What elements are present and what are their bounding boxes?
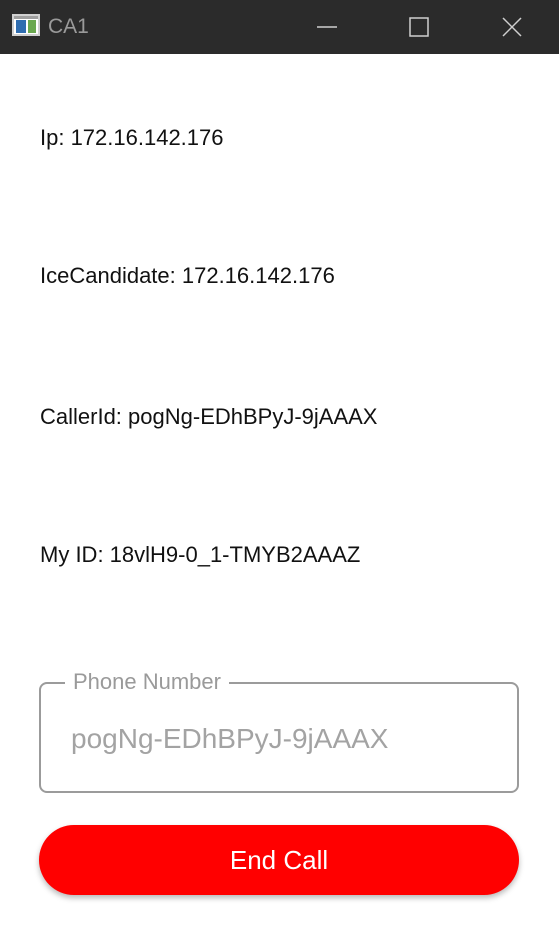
caller-id-text: CallerId: pogNg-EDhBPyJ-9jAAAX [40,404,378,429]
maximize-button[interactable] [389,0,449,54]
ice-candidate-text: IceCandidate: 172.16.142.176 [40,263,335,288]
app-window: CA1 Ip: 172.16.142.176 IceCandidate: 172… [0,0,559,946]
app-icon-pane-right [28,20,36,33]
close-icon [502,17,522,37]
app-icon-pane-left [16,20,26,33]
phone-number-field[interactable]: Phone Number pogNg-EDhBPyJ-9jAAAX [39,668,519,793]
my-id-text: My ID: 18vlH9-0_1-TMYB2AAAZ [40,542,361,567]
phone-number-label: Phone Number [65,668,229,696]
window-title: CA1 [48,15,89,38]
minimize-button[interactable] [297,0,357,54]
end-call-button[interactable]: End Call [39,825,519,895]
app-window-icon [12,14,40,36]
close-button[interactable] [482,0,542,54]
minimize-icon [317,26,337,28]
phone-number-input[interactable]: pogNg-EDhBPyJ-9jAAAX [71,722,388,756]
title-bar[interactable]: CA1 [0,0,559,54]
app-icon-bar [14,16,38,19]
maximize-icon [409,17,429,37]
ip-text: Ip: 172.16.142.176 [40,125,224,150]
